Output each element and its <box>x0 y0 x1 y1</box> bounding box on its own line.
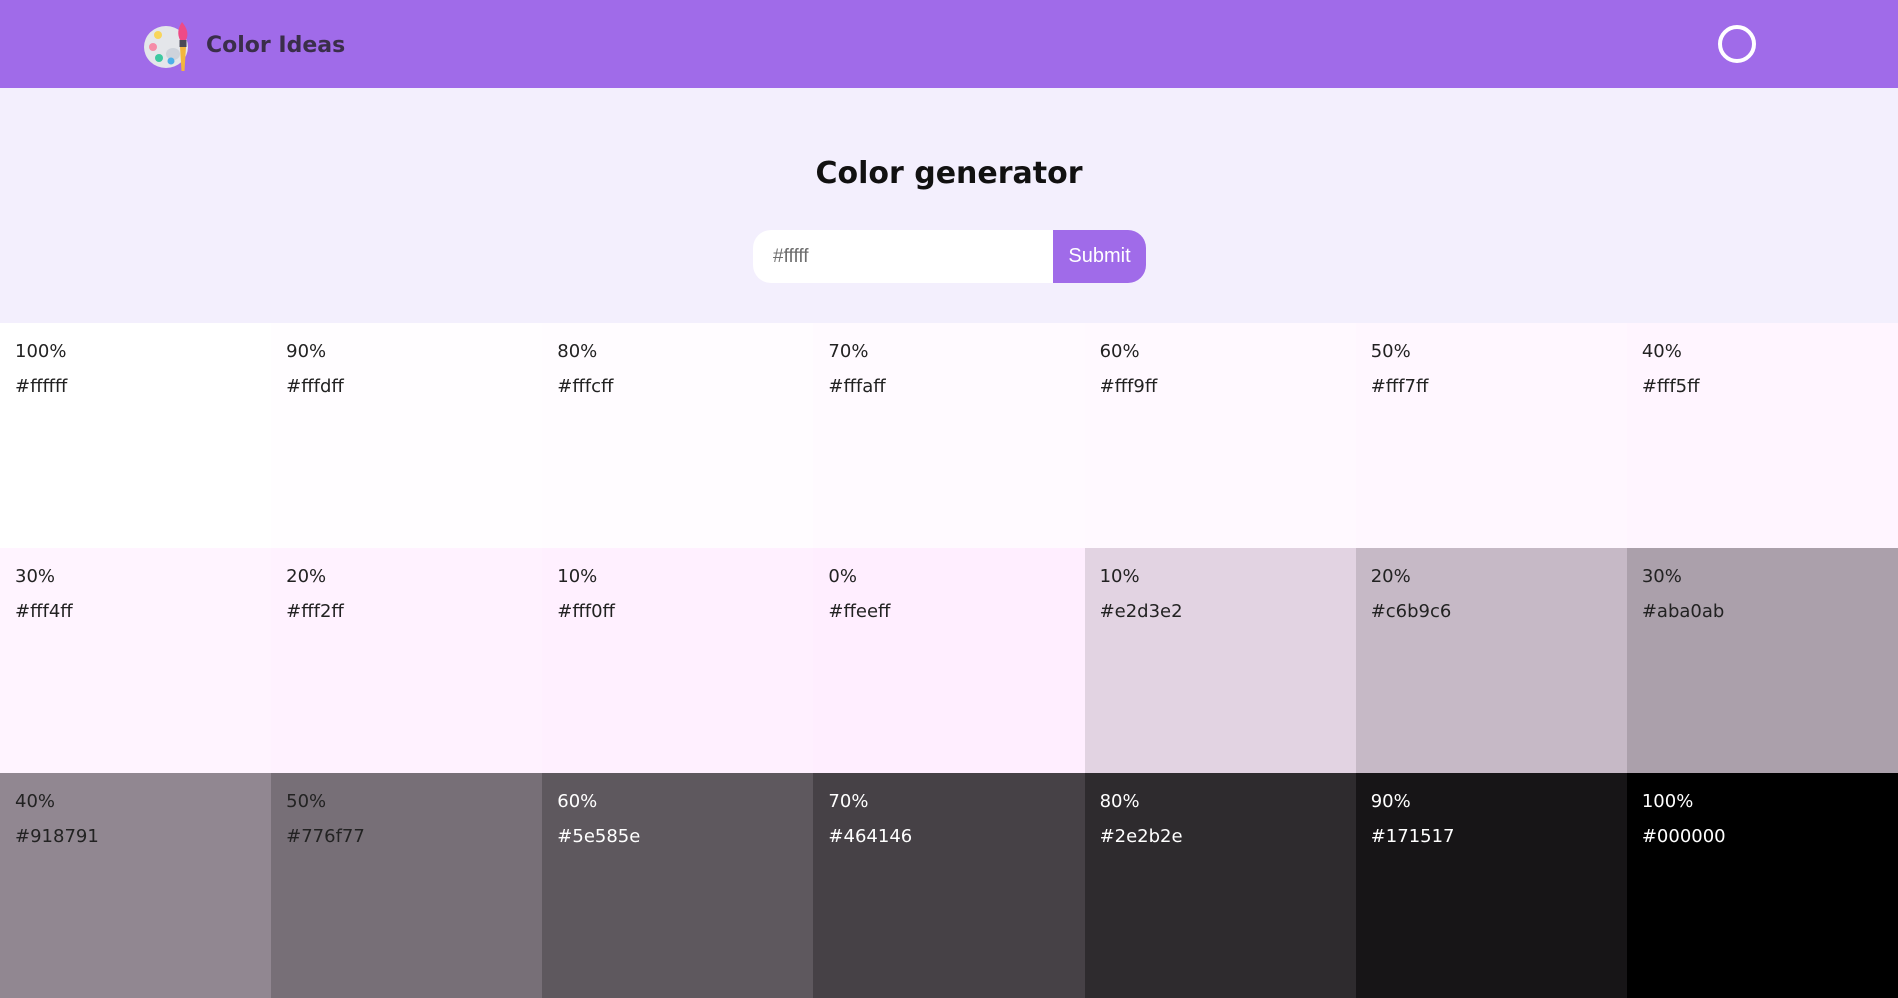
color-form: Submit <box>753 230 1146 283</box>
color-swatch[interactable]: 70% #464146 <box>813 773 1085 998</box>
swatch-hex: #c6b9c6 <box>1370 601 1452 622</box>
swatch-percent: 40% <box>15 791 56 812</box>
color-swatch[interactable]: 10% #fff0ff <box>542 548 814 773</box>
swatch-hex: #171517 <box>1370 826 1455 847</box>
page-title: Color generator <box>815 156 1083 191</box>
color-swatch[interactable]: 20% #c6b9c6 <box>1355 548 1627 773</box>
brand-link[interactable]: Color Ideas <box>142 16 345 74</box>
swatch-percent: 70% <box>828 341 869 362</box>
color-swatch[interactable]: 100% #000000 <box>1626 773 1898 998</box>
swatch-percent: 30% <box>1641 566 1682 587</box>
swatch-percent: 0% <box>828 566 857 587</box>
swatch-hex: #464146 <box>828 826 913 847</box>
app-header: Color Ideas <box>0 0 1898 88</box>
swatch-percent: 90% <box>1370 791 1411 812</box>
swatch-hex: #fff0ff <box>557 601 615 622</box>
hero-section: Color generator Submit <box>0 88 1898 323</box>
color-swatch[interactable]: 30% #aba0ab <box>1626 548 1898 773</box>
color-swatch[interactable]: 60% #fff9ff <box>1084 323 1356 548</box>
swatch-percent: 60% <box>557 791 598 812</box>
swatch-percent: 50% <box>286 791 327 812</box>
color-swatch[interactable]: 70% #fffaff <box>813 323 1085 548</box>
color-swatch[interactable]: 60% #5e585e <box>542 773 814 998</box>
color-input[interactable] <box>753 230 1053 283</box>
app-title: Color Ideas <box>206 32 346 58</box>
swatch-percent: 60% <box>1099 341 1140 362</box>
color-swatch[interactable]: 10% #e2d3e2 <box>1084 548 1356 773</box>
color-swatch[interactable]: 90% #171517 <box>1355 773 1627 998</box>
color-swatch[interactable]: 50% #fff7ff <box>1355 323 1627 548</box>
swatch-hex: #fff9ff <box>1099 376 1158 397</box>
swatch-percent: 100% <box>1641 791 1694 812</box>
swatch-percent: 70% <box>828 791 869 812</box>
swatch-percent: 100% <box>15 341 67 362</box>
swatch-hex: #fff2ff <box>286 601 344 622</box>
swatch-hex: #776f77 <box>286 826 365 847</box>
color-swatch[interactable]: 0% #ffeeff <box>813 548 1085 773</box>
color-swatch[interactable]: 80% #fffcff <box>542 323 814 548</box>
swatch-hex: #ffffff <box>15 376 68 397</box>
color-swatch[interactable]: 80% #2e2b2e <box>1084 773 1356 998</box>
swatch-hex: #fffdff <box>286 376 344 397</box>
swatch-percent: 10% <box>1099 566 1140 587</box>
swatch-percent: 80% <box>1099 791 1140 812</box>
color-swatch[interactable]: 100% #ffffff <box>0 323 272 548</box>
swatch-hex: #ffeeff <box>828 601 891 622</box>
swatch-percent: 20% <box>286 566 327 587</box>
swatch-hex: #e2d3e2 <box>1099 601 1183 622</box>
swatch-hex: #fffcff <box>557 376 614 397</box>
color-swatch[interactable]: 40% #918791 <box>0 773 272 998</box>
swatch-hex: #fff5ff <box>1641 376 1700 397</box>
submit-button[interactable]: Submit <box>1053 230 1146 283</box>
swatch-hex: #fffaff <box>828 376 886 397</box>
swatch-hex: #918791 <box>15 826 99 847</box>
color-swatch[interactable]: 20% #fff2ff <box>271 548 543 773</box>
swatch-percent: 90% <box>286 341 327 362</box>
swatch-percent: 50% <box>1370 341 1411 362</box>
color-swatch[interactable]: 50% #776f77 <box>271 773 543 998</box>
palette-brush-icon <box>144 22 188 71</box>
color-swatch[interactable]: 90% #fffdff <box>271 323 543 548</box>
swatch-hex: #fff4ff <box>15 601 73 622</box>
swatch-hex: #000000 <box>1641 826 1726 847</box>
swatch-hex: #aba0ab <box>1641 601 1725 622</box>
theme-toggle-button[interactable] <box>1718 25 1756 63</box>
swatch-hex: #2e2b2e <box>1099 826 1183 847</box>
swatch-percent: 20% <box>1370 566 1411 587</box>
swatch-percent: 10% <box>557 566 598 587</box>
swatch-percent: 40% <box>1641 341 1682 362</box>
swatch-hex: #fff7ff <box>1370 376 1429 397</box>
swatch-percent: 30% <box>15 566 56 587</box>
swatch-percent: 80% <box>557 341 598 362</box>
color-swatch[interactable]: 40% #fff5ff <box>1626 323 1898 548</box>
swatch-grid: 100% #ffffff 90% #fffdff 80% #fffcff 70% #fffaf… <box>0 323 1898 998</box>
swatch-hex: #5e585e <box>557 826 641 847</box>
color-swatch[interactable]: 30% #fff4ff <box>0 548 272 773</box>
